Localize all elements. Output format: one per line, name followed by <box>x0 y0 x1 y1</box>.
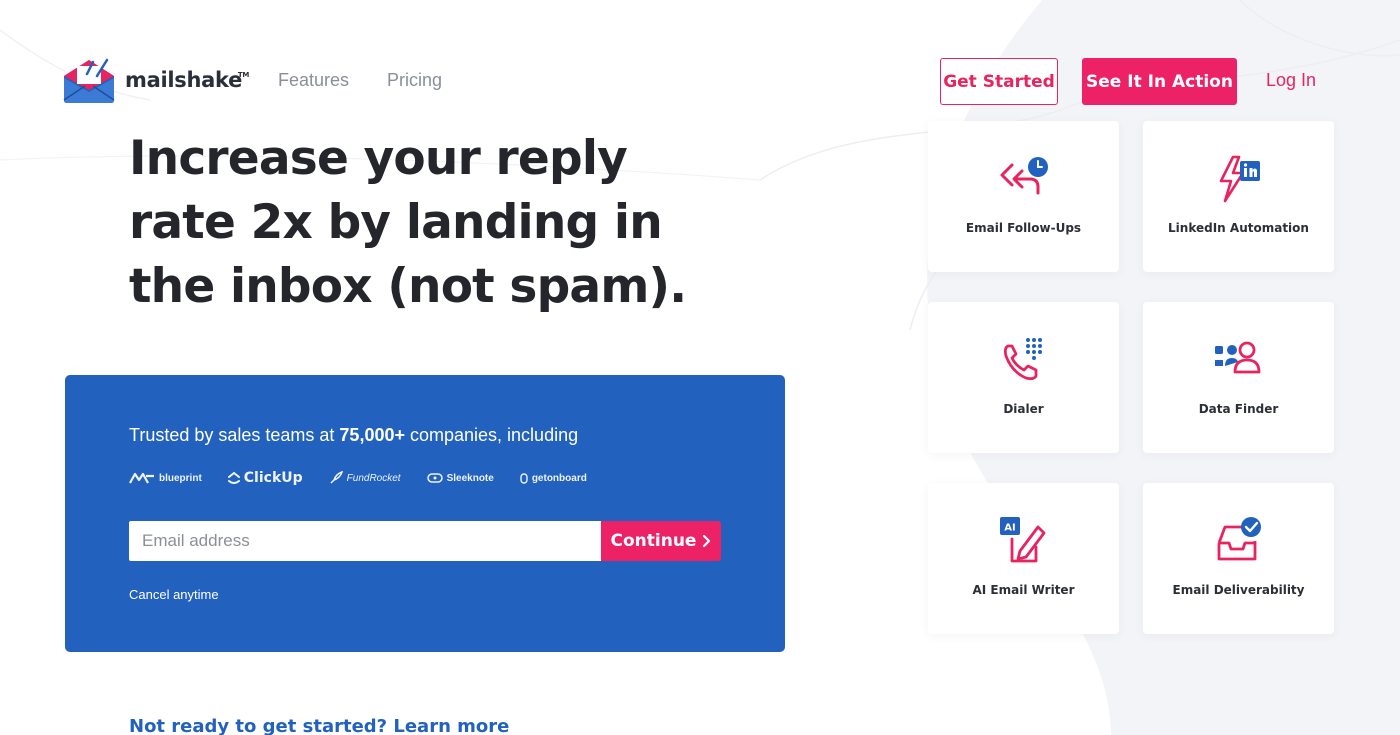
clickup-wordmark: ClickUp <box>243 470 303 486</box>
log-in-link[interactable]: Log In <box>1266 70 1316 91</box>
headline-line-1: Increase your reply <box>129 131 628 186</box>
continue-button[interactable]: Continue <box>601 521 721 561</box>
inbox-check-icon <box>1217 517 1261 561</box>
feature-card-email-follow-ups[interactable]: Email Follow-Ups <box>928 121 1119 272</box>
headline-line-2: rate 2x by landing in <box>129 195 663 250</box>
logo-fundrocket: FundRocket <box>329 471 401 485</box>
brand-wordmark: mailshake TM <box>125 68 249 92</box>
reply-clock-icon <box>1000 157 1048 195</box>
rocket-mark-icon <box>330 471 343 484</box>
logo-getonboard: getonboard <box>520 472 587 484</box>
headline-line-3: the inbox (not spam). <box>129 259 687 314</box>
feature-card-data-finder[interactable]: Data Finder <box>1143 302 1334 453</box>
cancel-anytime-note: Cancel anytime <box>129 587 219 602</box>
continue-label: Continue <box>610 531 697 551</box>
linkedin-bolt-icon <box>1219 155 1260 203</box>
feature-label: Email Follow-Ups <box>965 221 1082 235</box>
feature-label: Email Deliverability <box>1172 583 1305 597</box>
mailshake-logo[interactable]: mailshake TM <box>63 56 249 104</box>
envelope-logo-icon <box>63 58 115 103</box>
svg-text:AI: AI <box>1004 523 1015 534</box>
feature-label: Dialer <box>1003 402 1044 416</box>
feature-label: Data Finder <box>1198 402 1279 416</box>
trademark-mark: TM <box>237 71 250 79</box>
blueprint-wordmark: blueprint <box>159 472 202 484</box>
customer-logos: blueprint ClickUp FundRocket Sleeknote g… <box>129 470 587 486</box>
feature-card-linkedin-automation[interactable]: LinkedIn Automation <box>1143 121 1334 272</box>
feature-label: LinkedIn Automation <box>1168 221 1309 235</box>
phone-dialpad-icon <box>1003 338 1042 381</box>
feature-card-dialer[interactable]: Dialer <box>928 302 1119 453</box>
feature-card-email-deliverability[interactable]: Email Deliverability <box>1143 483 1334 634</box>
brand-name: mailshake <box>125 68 243 92</box>
blueprint-mark-icon <box>129 472 154 484</box>
nav-pricing-link[interactable]: Pricing <box>387 70 442 91</box>
getonboard-wordmark: getonboard <box>531 472 587 484</box>
feature-label: AI Email Writer <box>972 583 1075 597</box>
fundrocket-wordmark: FundRocket <box>346 472 401 484</box>
nav-features-link[interactable]: Features <box>278 70 349 91</box>
trusted-suffix: companies, including <box>405 425 579 445</box>
logo-clickup: ClickUp <box>227 470 303 486</box>
logo-blueprint: blueprint <box>129 471 202 485</box>
chevron-right-icon <box>703 534 711 548</box>
trusted-prefix: Trusted by sales teams at <box>129 425 340 445</box>
learn-more-link[interactable]: Not ready to get started? Learn more <box>129 716 509 735</box>
people-search-icon <box>1214 341 1260 374</box>
see-it-in-action-button[interactable]: See It In Action <box>1082 58 1237 105</box>
ai-pen-icon: AI <box>999 517 1045 563</box>
clickup-mark-icon <box>227 471 240 484</box>
landing-page: mailshake TM Features Pricing Get Started… <box>0 0 1400 735</box>
sleeknote-mark-icon <box>426 473 443 483</box>
getonboard-mark-icon <box>520 473 528 484</box>
hero-headline: Increase your reply rate 2x by landing i… <box>129 127 689 319</box>
trusted-count: 75,000+ <box>339 425 405 445</box>
trusted-by-text: Trusted by sales teams at 75,000+ compan… <box>129 425 578 446</box>
get-started-button[interactable]: Get Started <box>940 58 1058 105</box>
logo-sleeknote: Sleeknote <box>426 472 494 484</box>
sleeknote-wordmark: Sleeknote <box>446 472 494 484</box>
feature-card-ai-email-writer[interactable]: AI AI Email Writer <box>928 483 1119 634</box>
signup-panel: Trusted by sales teams at 75,000+ compan… <box>65 375 785 652</box>
email-input[interactable] <box>129 521 601 561</box>
